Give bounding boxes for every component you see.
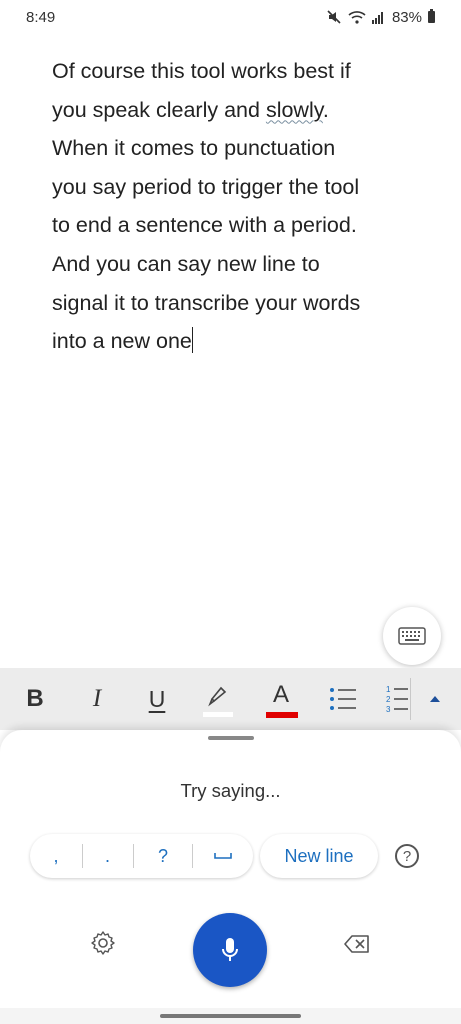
battery-percent: 83% [391, 8, 422, 26]
status-bar: 8:49 83% [0, 0, 461, 34]
mute-icon [327, 10, 341, 24]
settings-gear-icon[interactable] [90, 930, 116, 956]
svg-text:3: 3 [386, 705, 391, 714]
doc-line: signal it to transcribe your words [52, 290, 361, 315]
bullet-list-button[interactable] [328, 668, 358, 730]
highlight-button[interactable] [200, 668, 236, 730]
question-mark-button[interactable]: ? [138, 834, 188, 878]
toolbar-expand-button[interactable] [425, 668, 445, 730]
panel-drag-handle[interactable] [208, 736, 254, 740]
toolbar-divider [410, 678, 411, 720]
doc-line-text: you speak clearly and [52, 97, 266, 122]
battery-icon [428, 9, 435, 23]
signal-icon [371, 12, 383, 24]
font-color-bar [266, 712, 298, 718]
font-color-letter: A [273, 681, 290, 708]
punctuation-group: , . ? [30, 834, 253, 878]
backspace-icon[interactable] [344, 934, 370, 954]
svg-text:2: 2 [386, 695, 391, 704]
try-saying-label: Try saying... [180, 780, 281, 801]
comma-button[interactable]: , [30, 834, 82, 878]
italic-button[interactable]: I [82, 668, 112, 730]
doc-line: When it comes to punctuation [52, 136, 336, 161]
doc-line: you say period to trigger the tool [52, 174, 360, 199]
help-button[interactable]: ? [395, 844, 419, 868]
doc-line: you speak clearly and slowly. [52, 91, 422, 130]
keyboard-icon [398, 627, 426, 645]
underline-button[interactable]: U [142, 668, 172, 730]
microphone-icon [222, 938, 238, 961]
spellcheck-word[interactable]: slowly [266, 98, 323, 122]
svg-text:1: 1 [386, 685, 391, 694]
caret-up-icon [430, 696, 440, 702]
highlighter-icon [203, 686, 233, 717]
numbered-list-icon: 123 [386, 685, 408, 714]
show-keyboard-button[interactable] [383, 607, 441, 665]
bold-button[interactable]: B [20, 668, 50, 730]
doc-line-text: into a new one [52, 329, 192, 354]
status-time: 8:49 [26, 8, 56, 26]
microphone-button[interactable] [193, 913, 267, 987]
status-icons: 83% [326, 9, 435, 26]
space-button[interactable] [198, 834, 248, 878]
period-button[interactable]: . [82, 834, 133, 878]
doc-line: And you can say new line to [52, 251, 320, 276]
font-color-button[interactable]: A [264, 668, 300, 730]
underline-label: U [148, 685, 166, 712]
separator [133, 844, 134, 868]
formatting-toolbar: B I U A 123 [0, 668, 461, 730]
bullet-list-icon [330, 688, 356, 710]
numbered-list-button[interactable]: 123 [386, 668, 408, 730]
text-cursor [191, 327, 194, 354]
doc-line-punct: . [322, 97, 329, 122]
dictation-panel: Try saying... , . ? New line ? [0, 730, 461, 1024]
separator [192, 844, 193, 868]
doc-line: into a new one [52, 322, 422, 361]
space-icon [214, 853, 232, 859]
doc-line: to end a sentence with a period. [52, 213, 357, 238]
doc-line: Of course this tool works best if [52, 59, 351, 83]
new-line-button[interactable]: New line [260, 834, 378, 878]
font-color-swatch: A [266, 679, 298, 719]
home-gesture-pill[interactable] [160, 1014, 301, 1018]
wifi-icon [348, 11, 366, 24]
document-body[interactable]: Of course this tool works best if you sp… [52, 52, 422, 361]
